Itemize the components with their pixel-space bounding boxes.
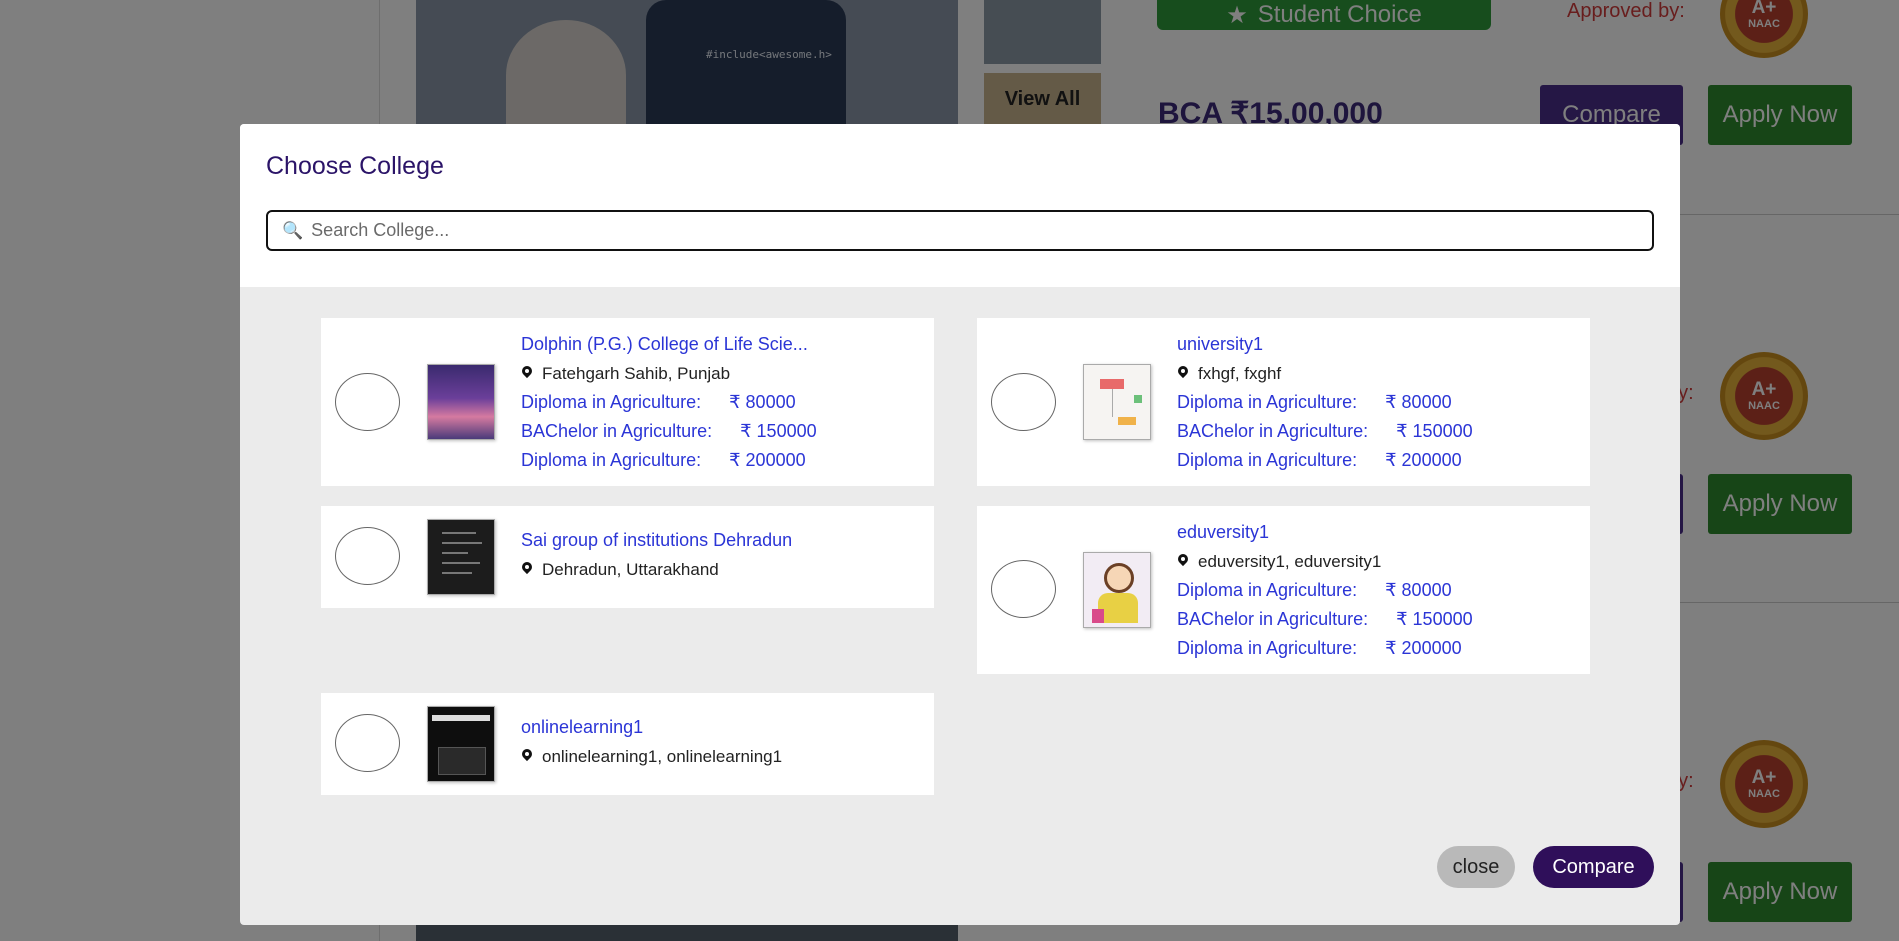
thumb-shape (1100, 379, 1124, 389)
college-card[interactable]: Sai group of institutions Dehradun Dehra… (321, 506, 934, 608)
thumb-shape (1112, 389, 1113, 417)
college-info: eduversity1 eduversity1, eduversity1 Dip… (1177, 518, 1473, 663)
college-location: fxhgf, fxghf (1177, 359, 1473, 388)
college-location-text: onlinelearning1, onlinelearning1 (542, 747, 783, 766)
college-thumbnail (427, 519, 495, 595)
thumb-shape (1134, 395, 1142, 403)
course-name: Diploma in Agriculture: (521, 450, 702, 470)
thumb-line (442, 572, 472, 574)
close-button[interactable]: close (1437, 846, 1515, 888)
college-location: eduversity1, eduversity1 (1177, 547, 1473, 576)
college-name[interactable]: Dolphin (P.G.) College of Life Scie... (521, 330, 817, 359)
location-pin-icon (1177, 554, 1189, 570)
course-row: Diploma in Agriculture: ₹ 200000 (521, 446, 817, 475)
location-pin-icon (1177, 366, 1189, 382)
college-select-radio[interactable] (335, 714, 400, 772)
location-pin-icon (521, 749, 533, 765)
college-info: Sai group of institutions Dehradun Dehra… (521, 526, 792, 584)
search-box[interactable]: 🔍 (266, 210, 1654, 251)
course-name: Diploma in Agriculture: (521, 392, 702, 412)
thumb-shape (1092, 609, 1104, 623)
course-name: Diploma in Agriculture: (1177, 580, 1358, 600)
college-location: onlinelearning1, onlinelearning1 (521, 742, 782, 771)
course-name: BAChelor in Agriculture: (1177, 609, 1369, 629)
college-name[interactable]: eduversity1 (1177, 518, 1473, 547)
course-fee: ₹ 150000 (1396, 609, 1473, 629)
college-location-text: fxhgf, fxghf (1198, 364, 1282, 383)
search-icon: 🔍 (282, 220, 304, 241)
college-info: Dolphin (P.G.) College of Life Scie... F… (521, 330, 817, 475)
course-fee: ₹ 80000 (729, 392, 796, 412)
course-row: Diploma in Agriculture: ₹ 80000 (1177, 388, 1473, 417)
thumb-shape (438, 747, 486, 775)
course-fee: ₹ 200000 (1385, 638, 1462, 658)
location-pin-icon (521, 562, 533, 578)
thumb-shape (432, 715, 490, 721)
college-select-radio[interactable] (335, 527, 400, 585)
college-card[interactable]: university1 fxhgf, fxghf Diploma in Agri… (977, 318, 1590, 486)
thumb-shape (1118, 417, 1136, 425)
college-location: Fatehgarh Sahib, Punjab (521, 359, 817, 388)
course-row: Diploma in Agriculture: ₹ 80000 (521, 388, 817, 417)
modal-title: Choose College (266, 152, 444, 180)
course-fee: ₹ 200000 (729, 450, 806, 470)
college-card[interactable]: onlinelearning1 onlinelearning1, onlinel… (321, 693, 934, 795)
course-fee: ₹ 80000 (1385, 392, 1452, 412)
college-thumbnail (427, 706, 495, 782)
college-name[interactable]: onlinelearning1 (521, 713, 782, 742)
college-location-text: eduversity1, eduversity1 (1198, 552, 1382, 571)
college-thumbnail (1083, 552, 1151, 628)
college-select-radio[interactable] (991, 373, 1056, 431)
course-fee: ₹ 80000 (1385, 580, 1452, 600)
compare-button[interactable]: Compare (1533, 846, 1654, 888)
college-thumbnail (427, 364, 495, 440)
choose-college-modal: Choose College 🔍 Dolphin (P.G.) College … (240, 124, 1680, 925)
thumb-line (442, 552, 468, 554)
course-name: Diploma in Agriculture: (1177, 392, 1358, 412)
course-row: Diploma in Agriculture: ₹ 200000 (1177, 446, 1473, 475)
college-select-radio[interactable] (991, 560, 1056, 618)
college-info: onlinelearning1 onlinelearning1, onlinel… (521, 713, 782, 771)
thumb-line (442, 542, 482, 544)
thumb-line (442, 562, 480, 564)
course-fee: ₹ 150000 (740, 421, 817, 441)
course-name: BAChelor in Agriculture: (1177, 421, 1369, 441)
college-card[interactable]: Dolphin (P.G.) College of Life Scie... F… (321, 318, 934, 486)
course-row: Diploma in Agriculture: ₹ 200000 (1177, 634, 1473, 663)
college-location-text: Fatehgarh Sahib, Punjab (542, 364, 731, 383)
thumb-shape (1098, 593, 1138, 623)
college-name[interactable]: Sai group of institutions Dehradun (521, 526, 792, 555)
college-name[interactable]: university1 (1177, 330, 1473, 359)
location-pin-icon (521, 366, 533, 382)
course-row: BAChelor in Agriculture: ₹ 150000 (1177, 417, 1473, 446)
course-fee: ₹ 150000 (1396, 421, 1473, 441)
modal-header: Choose College 🔍 (240, 124, 1680, 287)
course-row: BAChelor in Agriculture: ₹ 150000 (1177, 605, 1473, 634)
course-row: BAChelor in Agriculture: ₹ 150000 (521, 417, 817, 446)
college-location: Dehradun, Uttarakhand (521, 555, 792, 584)
course-name: Diploma in Agriculture: (1177, 638, 1358, 658)
thumb-line (442, 532, 476, 534)
college-info: university1 fxhgf, fxghf Diploma in Agri… (1177, 330, 1473, 475)
college-thumbnail (1083, 364, 1151, 440)
search-input[interactable] (311, 220, 1652, 241)
college-select-radio[interactable] (335, 373, 400, 431)
course-fee: ₹ 200000 (1385, 450, 1462, 470)
college-card[interactable]: eduversity1 eduversity1, eduversity1 Dip… (977, 506, 1590, 674)
course-name: Diploma in Agriculture: (1177, 450, 1358, 470)
thumb-shape (1104, 563, 1134, 593)
course-name: BAChelor in Agriculture: (521, 421, 713, 441)
course-row: Diploma in Agriculture: ₹ 80000 (1177, 576, 1473, 605)
college-location-text: Dehradun, Uttarakhand (542, 560, 719, 579)
